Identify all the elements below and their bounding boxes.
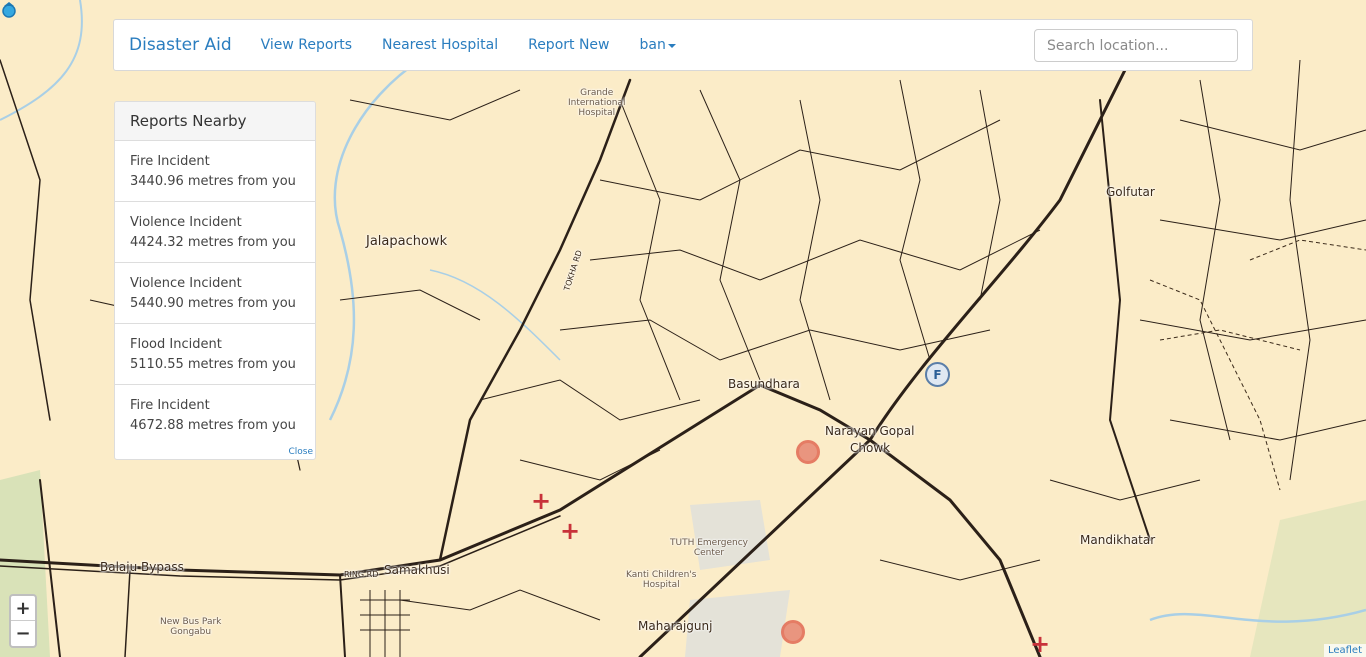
report-distance: 5110.55 metres from you: [130, 357, 296, 372]
search-location-input[interactable]: [1034, 29, 1238, 62]
nav-view-reports[interactable]: View Reports: [261, 37, 352, 53]
report-list-item[interactable]: Fire Incident 4672.88 metres from you: [115, 385, 315, 446]
report-distance: 5440.90 metres from you: [130, 296, 296, 311]
label-samakhusi: Samakhusi: [384, 563, 450, 577]
reports-nearby-panel: Reports Nearby Fire Incident 3440.96 met…: [114, 101, 316, 460]
label-mandikhatar: Mandikhatar: [1080, 533, 1156, 547]
report-type: Flood Incident: [130, 337, 222, 352]
label-narayan-gopal: Narayan Gopal: [825, 424, 915, 438]
user-menu-label: ban: [639, 37, 666, 53]
report-distance: 3440.96 metres from you: [130, 174, 296, 189]
leaflet-attribution-link[interactable]: Leaflet: [1323, 644, 1366, 657]
close-panel-link[interactable]: Close: [288, 447, 313, 457]
incident-marker-icon[interactable]: [781, 620, 805, 644]
report-list-item[interactable]: Violence Incident 4424.32 metres from yo…: [115, 202, 315, 263]
label-jalapachowk: Jalapachowk: [366, 234, 448, 249]
hospital-marker-icon[interactable]: +: [531, 489, 551, 513]
zoom-in-button[interactable]: +: [11, 596, 35, 621]
label-bus-park: New Bus Park Gongabu: [160, 617, 222, 637]
report-list-item[interactable]: Violence Incident 5440.90 metres from yo…: [115, 263, 315, 324]
report-list-item[interactable]: Fire Incident 3440.96 metres from you: [115, 141, 315, 202]
label-chowk: Chowk: [850, 441, 891, 455]
label-balaju-bypass: Balaju Bypass: [100, 560, 184, 574]
report-distance: 4424.32 metres from you: [130, 235, 296, 250]
report-list-item[interactable]: Flood Incident 5110.55 metres from you: [115, 324, 315, 385]
zoom-control: + −: [9, 594, 37, 648]
incident-marker-icon[interactable]: [796, 440, 820, 464]
report-type: Violence Incident: [130, 215, 242, 230]
label-maharajgunj: Maharajgunj: [638, 619, 713, 633]
report-type: Violence Incident: [130, 276, 242, 291]
user-menu-dropdown[interactable]: ban: [640, 37, 676, 53]
hospital-marker-icon[interactable]: +: [1030, 632, 1050, 656]
report-distance: 4672.88 metres from you: [130, 418, 296, 433]
label-kanti-hospital: Kanti Children's Hospital: [626, 570, 697, 590]
label-golfutar: Golfutar: [1106, 185, 1155, 199]
nav-report-new[interactable]: Report New: [528, 37, 609, 53]
nav-nearest-hospital[interactable]: Nearest Hospital: [382, 37, 498, 53]
caret-down-icon: [667, 44, 676, 48]
navbar: Disaster Aid View Reports Nearest Hospit…: [113, 19, 1253, 71]
label-ring-rd: RING RD: [344, 570, 379, 579]
label-grande-hospital: Grande International Hospital: [568, 88, 626, 118]
report-type: Fire Incident: [130, 154, 210, 169]
fire-station-marker-icon[interactable]: F: [925, 362, 950, 387]
brand-link[interactable]: Disaster Aid: [129, 35, 232, 55]
report-type: Fire Incident: [130, 398, 210, 413]
zoom-out-button[interactable]: −: [11, 621, 35, 646]
panel-title: Reports Nearby: [115, 102, 315, 141]
hospital-marker-icon[interactable]: +: [560, 519, 580, 543]
label-tuth-center: TUTH Emergency Center: [670, 538, 748, 558]
user-location-icon[interactable]: [0, 0, 18, 20]
label-basundhara: Basundhara: [728, 377, 800, 391]
